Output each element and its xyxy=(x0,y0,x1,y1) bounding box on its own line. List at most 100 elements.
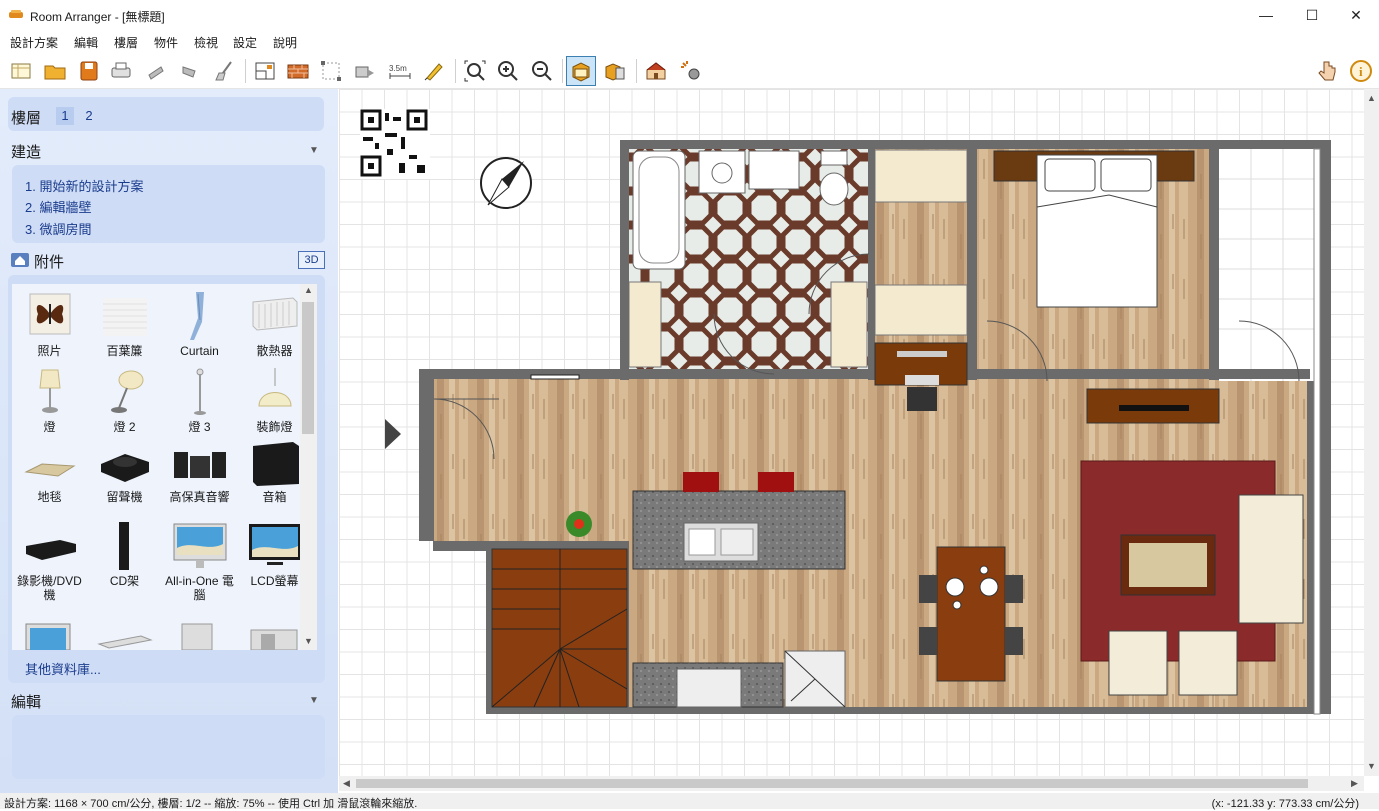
zoom-out-button[interactable] xyxy=(527,56,557,86)
library-item[interactable]: 地毯 xyxy=(12,436,87,512)
menu-help[interactable]: 說明 xyxy=(273,34,297,51)
floor-label: 樓層 xyxy=(11,110,42,127)
qr-code-icon xyxy=(360,109,430,179)
menu-settings[interactable]: 設定 xyxy=(233,34,257,51)
accessories-section-title: 附件 xyxy=(34,254,65,271)
house-3d-icon xyxy=(646,62,666,80)
edit-panel xyxy=(12,715,325,779)
library-item[interactable]: 高保真音響 xyxy=(162,436,237,512)
library-item[interactable]: All-in-One 電腦 xyxy=(162,520,237,602)
brick-wall-icon xyxy=(287,64,309,79)
canvas-vertical-scrollbar[interactable]: ▲ ▼ xyxy=(1364,89,1379,776)
canvas-horizontal-scrollbar[interactable]: ◀ ▶ xyxy=(339,776,1364,791)
library-item[interactable]: 百葉簾 xyxy=(87,290,162,366)
floor-plan-canvas[interactable] xyxy=(339,89,1364,776)
crt-monitor-icon xyxy=(25,623,71,650)
menu-floor[interactable]: 樓層 xyxy=(114,34,138,51)
room-editor-button[interactable] xyxy=(250,56,280,86)
zoom-fit-icon xyxy=(464,60,486,82)
library-item[interactable]: 留聲機 xyxy=(87,436,162,512)
scroll-down-icon[interactable]: ▼ xyxy=(1367,761,1376,771)
library-item[interactable]: 錄影機/DVD機 xyxy=(12,520,87,602)
close-button[interactable]: ✕ xyxy=(1333,0,1379,30)
zoom-in-button[interactable] xyxy=(493,56,523,86)
desk-lamp-icon xyxy=(111,370,144,413)
horizontal-scroll-thumb[interactable] xyxy=(356,779,1308,788)
undo-button[interactable] xyxy=(140,56,170,86)
sink xyxy=(698,150,746,194)
build-collapse-icon[interactable]: ▼ xyxy=(309,145,319,156)
sidebar: 樓層 1 2 建造 ▼ 1. 開始新的設計方案 2. 編輯牆壁 3. 微調房間 … xyxy=(0,89,338,793)
clean-button[interactable] xyxy=(210,56,240,86)
bar-stool xyxy=(683,472,719,492)
more-libraries-link[interactable]: 其他資料庫... xyxy=(25,659,101,678)
library-item[interactable]: 照片 xyxy=(12,290,87,366)
scroll-up-icon[interactable]: ▲ xyxy=(1367,93,1376,103)
hand-tool-button[interactable] xyxy=(1312,56,1342,86)
library-item[interactable]: 燈 2 xyxy=(87,366,162,442)
toggle-3d-button[interactable]: 3D xyxy=(298,251,325,269)
measure-button[interactable]: 3.5m xyxy=(385,56,415,86)
menu-design[interactable]: 設計方案 xyxy=(10,34,58,51)
redo-button[interactable] xyxy=(176,56,206,86)
zoom-fit-button[interactable] xyxy=(460,56,490,86)
scroll-down-icon[interactable]: ▼ xyxy=(304,636,313,646)
scroll-right-icon[interactable]: ▶ xyxy=(1351,778,1358,789)
floor-plan xyxy=(360,109,1331,715)
app-icon xyxy=(9,10,23,18)
bar-stool xyxy=(758,472,794,492)
library-item[interactable]: 燈 xyxy=(12,366,87,442)
scroll-left-icon[interactable]: ◀ xyxy=(343,778,350,789)
select-corners-icon xyxy=(321,61,341,81)
print-button[interactable] xyxy=(106,56,136,86)
edit-collapse-icon[interactable]: ▼ xyxy=(309,695,319,706)
floor-2-tab[interactable]: 2 xyxy=(80,107,98,125)
maximize-button[interactable]: ☐ xyxy=(1289,0,1335,30)
printer-item-icon xyxy=(250,629,298,650)
view-2d-button[interactable] xyxy=(566,56,596,86)
library-item[interactable]: Curtain xyxy=(162,290,237,366)
move-button[interactable] xyxy=(350,56,380,86)
house-3d-button[interactable] xyxy=(641,56,671,86)
toolbar: 3.5m i xyxy=(0,53,1379,89)
select-button[interactable] xyxy=(316,56,346,86)
menu-view[interactable]: 檢視 xyxy=(194,34,218,51)
open-folder-icon xyxy=(44,65,66,80)
open-button[interactable] xyxy=(40,56,70,86)
move-objects-icon xyxy=(355,66,374,78)
build-step-new-design[interactable]: 1. 開始新的設計方案 xyxy=(25,176,143,195)
menu-bar: 設計方案 編輯 樓層 物件 檢視 設定 說明 xyxy=(0,30,1379,52)
sparkle-tool-icon xyxy=(681,61,700,80)
wall-button[interactable] xyxy=(283,56,313,86)
floor-1-tab[interactable]: 1 xyxy=(56,107,74,125)
measure-icon: 3.5m xyxy=(389,64,411,79)
library-item[interactable]: 燈 3 xyxy=(162,366,237,442)
window-title: Room Arranger - [無標題] xyxy=(30,10,165,24)
draw-button[interactable] xyxy=(419,56,449,86)
pc-case-icon xyxy=(181,623,213,650)
scroll-up-icon[interactable]: ▲ xyxy=(304,285,313,295)
cd-rack-icon xyxy=(119,522,129,570)
view-3d-button[interactable] xyxy=(600,56,630,86)
title-bar: Room Arranger - [無標題] — ☐ ✕ xyxy=(0,0,1379,30)
bathtub xyxy=(632,150,686,270)
hand-cursor-icon xyxy=(1318,61,1336,81)
wall-editor-icon xyxy=(255,62,275,80)
build-step-tune-room[interactable]: 3. 微調房間 xyxy=(25,219,91,238)
sparkle-button[interactable] xyxy=(676,56,706,86)
office-chair xyxy=(907,387,937,411)
blinds-icon xyxy=(103,298,147,336)
library-item[interactable]: CD架 xyxy=(87,520,162,596)
curtain-icon xyxy=(190,292,204,340)
menu-edit[interactable]: 編輯 xyxy=(74,34,98,51)
new-file-button[interactable] xyxy=(6,56,36,86)
build-step-edit-walls[interactable]: 2. 編輯牆壁 xyxy=(25,197,91,216)
all-in-one-pc-icon xyxy=(173,523,227,568)
speaker-icon xyxy=(253,442,299,486)
library-scroll-thumb[interactable] xyxy=(302,302,314,434)
menu-objects[interactable]: 物件 xyxy=(154,34,178,51)
info-button[interactable]: i xyxy=(1346,56,1376,86)
save-button[interactable] xyxy=(74,56,104,86)
library-scrollbar[interactable]: ▲ ▼ xyxy=(300,284,317,650)
minimize-button[interactable]: — xyxy=(1243,0,1289,30)
